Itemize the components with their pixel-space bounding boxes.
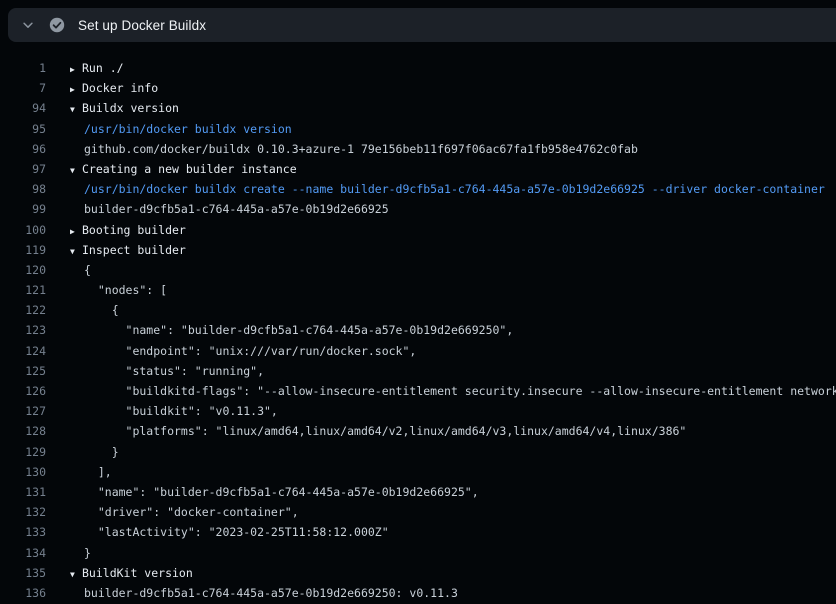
log-line-text: BuildKit version <box>82 563 193 583</box>
line-number[interactable]: 124 <box>0 341 46 361</box>
group-expanded-icon[interactable]: ▼ <box>70 161 82 179</box>
log-line: 134 } <box>0 543 836 563</box>
log-line-text: Creating a new builder instance <box>82 159 297 179</box>
line-number[interactable]: 122 <box>0 300 46 320</box>
log-line-text: "name": "builder-d9cfb5a1-c764-445a-a57e… <box>84 482 479 502</box>
log-line: 133 "lastActivity": "2023-02-25T11:58:12… <box>0 522 836 542</box>
line-number[interactable]: 94 <box>0 98 46 118</box>
line-number[interactable]: 97 <box>0 159 46 179</box>
log-area: 1 ▶ Run ./ 7 ▶ Docker info 94 ▼ Buildx v… <box>0 48 836 604</box>
line-number[interactable]: 123 <box>0 320 46 340</box>
check-circle-icon <box>49 17 65 33</box>
log-line: 99 builder-d9cfb5a1-c764-445a-a57e-0b19d… <box>0 199 836 219</box>
log-line-text: /usr/bin/docker buildx version <box>84 119 292 139</box>
log-line-text: Inspect builder <box>82 240 186 260</box>
group-expanded-icon[interactable]: ▼ <box>70 242 82 260</box>
line-number[interactable]: 95 <box>0 119 46 139</box>
line-number[interactable]: 96 <box>0 139 46 159</box>
log-line-text: "buildkitd-flags": "--allow-insecure-ent… <box>84 381 836 401</box>
log-line: 95 /usr/bin/docker buildx version <box>0 119 836 139</box>
line-number[interactable]: 131 <box>0 482 46 502</box>
log-group-header[interactable]: 1 ▶ Run ./ <box>0 58 836 78</box>
log-line: 123 "name": "builder-d9cfb5a1-c764-445a-… <box>0 320 836 340</box>
log-group-header[interactable]: 100 ▶ Booting builder <box>0 220 836 240</box>
log-line: 125 "status": "running", <box>0 361 836 381</box>
log-line-text: { <box>84 260 91 280</box>
chevron-down-icon[interactable] <box>21 18 35 32</box>
log-line: 122 { <box>0 300 836 320</box>
log-line: 120 { <box>0 260 836 280</box>
line-number[interactable]: 7 <box>0 78 46 98</box>
log-line-text: "nodes": [ <box>84 280 167 300</box>
line-number[interactable]: 121 <box>0 280 46 300</box>
log-line: 126 "buildkitd-flags": "--allow-insecure… <box>0 381 836 401</box>
line-number[interactable]: 99 <box>0 199 46 219</box>
log-group-header[interactable]: 135 ▼ BuildKit version <box>0 563 836 583</box>
line-number[interactable]: 1 <box>0 58 46 78</box>
log-line-text: /usr/bin/docker buildx create --name bui… <box>84 179 825 199</box>
log-line-text: "status": "running", <box>84 361 264 381</box>
line-number[interactable]: 98 <box>0 179 46 199</box>
group-expanded-icon[interactable]: ▼ <box>70 565 82 583</box>
log-line: 129 } <box>0 442 836 462</box>
group-collapsed-icon[interactable]: ▶ <box>70 222 82 240</box>
log-line-text: Buildx version <box>82 98 179 118</box>
line-number[interactable]: 130 <box>0 462 46 482</box>
log-group-header[interactable]: 97 ▼ Creating a new builder instance <box>0 159 836 179</box>
line-number[interactable]: 119 <box>0 240 46 260</box>
log-line: 128 "platforms": "linux/amd64,linux/amd6… <box>0 421 836 441</box>
line-number[interactable]: 129 <box>0 442 46 462</box>
actions-log-viewer: Set up Docker Buildx 1 ▶ Run ./ 7 ▶ Dock… <box>0 0 836 604</box>
log-group-header[interactable]: 94 ▼ Buildx version <box>0 98 836 118</box>
group-expanded-icon[interactable]: ▼ <box>70 100 82 118</box>
log-line-text: { <box>84 300 119 320</box>
log-line-text: } <box>84 543 91 563</box>
log-line-text: } <box>84 442 119 462</box>
log-line: 127 "buildkit": "v0.11.3", <box>0 401 836 421</box>
line-number[interactable]: 136 <box>0 583 46 603</box>
line-number[interactable]: 120 <box>0 260 46 280</box>
log-line-text: "name": "builder-d9cfb5a1-c764-445a-a57e… <box>84 320 513 340</box>
line-number[interactable]: 125 <box>0 361 46 381</box>
log-line-text: Docker info <box>82 78 158 98</box>
log-line-text: "driver": "docker-container", <box>84 502 299 522</box>
log-line-text: builder-d9cfb5a1-c764-445a-a57e-0b19d2e6… <box>84 199 389 219</box>
log-line: 98 /usr/bin/docker buildx create --name … <box>0 179 836 199</box>
step-header[interactable]: Set up Docker Buildx <box>8 8 836 42</box>
log-line-text: "buildkit": "v0.11.3", <box>84 401 278 421</box>
line-number[interactable]: 127 <box>0 401 46 421</box>
step-title: Set up Docker Buildx <box>78 18 206 33</box>
log-line: 124 "endpoint": "unix:///var/run/docker.… <box>0 341 836 361</box>
log-group-header[interactable]: 7 ▶ Docker info <box>0 78 836 98</box>
log-line: 136 builder-d9cfb5a1-c764-445a-a57e-0b19… <box>0 583 836 603</box>
line-number[interactable]: 126 <box>0 381 46 401</box>
log-line-text: github.com/docker/buildx 0.10.3+azure-1 … <box>84 139 638 159</box>
group-collapsed-icon[interactable]: ▶ <box>70 60 82 78</box>
log-line: 131 "name": "builder-d9cfb5a1-c764-445a-… <box>0 482 836 502</box>
group-collapsed-icon[interactable]: ▶ <box>70 80 82 98</box>
line-number[interactable]: 100 <box>0 220 46 240</box>
line-number[interactable]: 135 <box>0 563 46 583</box>
line-number[interactable]: 134 <box>0 543 46 563</box>
line-number[interactable]: 128 <box>0 421 46 441</box>
line-number[interactable]: 133 <box>0 522 46 542</box>
log-line-text: "lastActivity": "2023-02-25T11:58:12.000… <box>84 522 389 542</box>
log-line-text: "endpoint": "unix:///var/run/docker.sock… <box>84 341 416 361</box>
log-line-text: "platforms": "linux/amd64,linux/amd64/v2… <box>84 421 686 441</box>
line-number[interactable]: 132 <box>0 502 46 522</box>
log-line: 132 "driver": "docker-container", <box>0 502 836 522</box>
log-line-text: builder-d9cfb5a1-c764-445a-a57e-0b19d2e6… <box>84 583 458 603</box>
log-group-header[interactable]: 119 ▼ Inspect builder <box>0 240 836 260</box>
log-line: 121 "nodes": [ <box>0 280 836 300</box>
log-line: 130 ], <box>0 462 836 482</box>
log-line-text: Booting builder <box>82 220 186 240</box>
log-line: 96 github.com/docker/buildx 0.10.3+azure… <box>0 139 836 159</box>
log-line-text: Run ./ <box>82 58 124 78</box>
log-line-text: ], <box>84 462 112 482</box>
